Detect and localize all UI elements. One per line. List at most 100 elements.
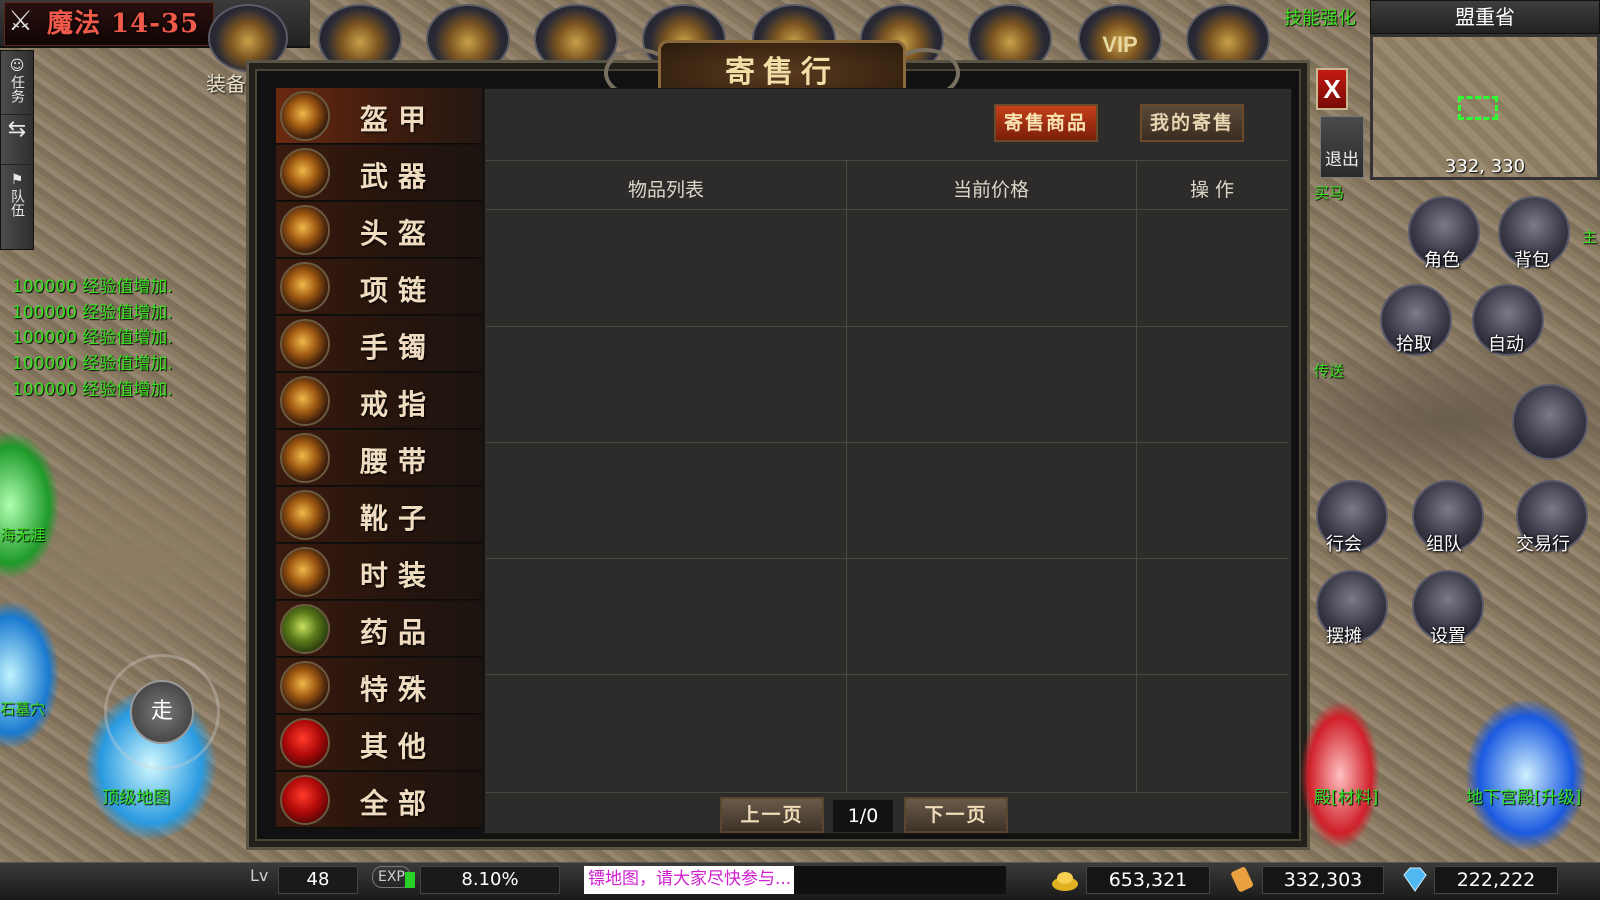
potion-icon [280, 604, 330, 654]
stall-label: 摆摊 [1326, 626, 1362, 647]
category-bracelet[interactable]: 手镯 [276, 316, 482, 372]
close-button[interactable]: X [1316, 68, 1348, 110]
exp-progress-fill [405, 872, 415, 888]
category-label: 头盔 [360, 217, 437, 250]
scroll-icon [1231, 867, 1254, 892]
pickup-label: 拾取 [1396, 334, 1432, 355]
skill-enhance-label[interactable]: 技能强化 [1284, 4, 1356, 30]
swap-icon[interactable]: ⇆ [1, 115, 33, 165]
category-label: 其他 [360, 730, 437, 763]
level-value: 48 [278, 866, 358, 894]
scroll-amount: 332,303 [1262, 866, 1384, 894]
magic-stat: 魔法 14-35 [4, 2, 214, 46]
category-all[interactable]: 全部 [276, 772, 482, 828]
category-label: 项链 [360, 274, 437, 307]
column-action: 操 作 [1189, 179, 1235, 201]
exp-message: 100000 经验值增加. [12, 303, 173, 323]
column-divider [1136, 160, 1137, 792]
left-menu-task[interactable]: ☺ 任务 [1, 51, 33, 115]
category-label: 武器 [360, 160, 437, 193]
next-page-button[interactable]: 下一页 [904, 797, 1008, 833]
row-divider [486, 792, 1288, 793]
exp-message: 100000 经验值增加. [12, 277, 173, 297]
category-armor[interactable]: 盔甲 [276, 88, 482, 144]
category-label: 腰带 [360, 445, 437, 478]
diamond-icon [1403, 867, 1427, 892]
ring-icon [280, 376, 330, 426]
portal-red[interactable] [1300, 700, 1380, 850]
main-label[interactable]: 主 [1582, 226, 1597, 247]
column-items: 物品列表 [627, 179, 704, 201]
category-boots[interactable]: 靴子 [276, 487, 482, 543]
crossed-swords-icon: ⚔ [8, 4, 34, 37]
palace-portal-label[interactable]: 地下宫殿[升级] [1466, 783, 1581, 808]
category-list: 盔甲 武器 头盔 项链 手镯 戒指 腰带 靴子 时装 药品 特殊 其他 全部 [276, 88, 482, 834]
belt-icon [280, 433, 330, 483]
portal-palace[interactable] [1466, 700, 1586, 850]
bag-label: 背包 [1514, 250, 1550, 271]
skill-wheel-icon[interactable] [1512, 384, 1588, 460]
row-divider [486, 442, 1288, 443]
teleport-label[interactable]: 传送 [1314, 360, 1344, 381]
gold-amount: 653,321 [1086, 866, 1210, 894]
special-icon [280, 661, 330, 711]
role-label: 角色 [1424, 250, 1460, 271]
category-label: 戒指 [360, 388, 437, 421]
category-belt[interactable]: 腰带 [276, 430, 482, 486]
exp-message: 100000 经验值增加. [12, 354, 173, 374]
category-label: 靴子 [360, 502, 437, 535]
category-ring[interactable]: 戒指 [276, 373, 482, 429]
user-icon: ☺ [9, 58, 25, 74]
category-potion[interactable]: 药品 [276, 601, 482, 657]
boots-icon [280, 490, 330, 540]
table-header: 物品列表 当前价格 操 作 [486, 160, 1288, 210]
team-label: 队伍 [9, 189, 25, 217]
category-helmet[interactable]: 头盔 [276, 202, 482, 258]
minimap-player-marker [1458, 96, 1498, 120]
material-portal-label[interactable]: 殿[材料] [1314, 783, 1378, 808]
left-menu-team[interactable]: ⚑ 队伍 [1, 165, 33, 229]
prev-page-button[interactable]: 上一页 [720, 797, 824, 833]
category-label: 全部 [360, 787, 437, 820]
category-label: 药品 [360, 616, 437, 649]
region-name: 盟重省 [1370, 0, 1600, 34]
left-side-menu: ☺ 任务 ⇆ ⚑ 队伍 [0, 50, 34, 250]
row-divider [486, 326, 1288, 327]
exp-percent: 8.10% [420, 866, 560, 894]
helmet-icon [280, 205, 330, 255]
exp-message: 100000 经验值增加. [12, 380, 173, 400]
category-necklace[interactable]: 项链 [276, 259, 482, 315]
gold-ingot-icon [1052, 872, 1078, 891]
exit-button[interactable]: 退出 [1320, 116, 1364, 178]
auto-label: 自动 [1488, 334, 1524, 355]
guild-label: 行会 [1326, 534, 1362, 555]
diamond-amount: 222,222 [1434, 866, 1558, 894]
category-label: 时装 [360, 559, 437, 592]
row-divider [486, 558, 1288, 559]
portal-label: 海无涯 [0, 526, 46, 544]
portal-label: 石墓穴 [0, 700, 46, 718]
category-label: 特殊 [360, 673, 437, 706]
category-fashion[interactable]: 时装 [276, 544, 482, 600]
category-weapon[interactable]: 武器 [276, 145, 482, 201]
walk-button[interactable]: 走 [130, 680, 194, 744]
all-icon [280, 775, 330, 825]
category-special[interactable]: 特殊 [276, 658, 482, 714]
tab-my-consignment[interactable]: 我的寄售 [1140, 104, 1244, 142]
category-label: 手镯 [360, 331, 437, 364]
task-label: 任务 [9, 75, 25, 103]
category-label: 盔甲 [360, 103, 437, 136]
page-indicator: 1/0 [833, 800, 893, 832]
buy-horse-label[interactable]: 买马 [1314, 182, 1344, 203]
other-icon [280, 718, 330, 768]
fashion-icon [280, 547, 330, 597]
trade-label: 交易行 [1516, 534, 1570, 555]
category-other[interactable]: 其他 [276, 715, 482, 771]
tab-consignment-goods[interactable]: 寄售商品 [994, 104, 1098, 142]
column-divider [846, 160, 847, 792]
equip-label: 装备 [206, 72, 246, 96]
player-coordinates: 332, 330 [1444, 156, 1526, 177]
flag-icon: ⚑ [10, 172, 24, 188]
team-label: 组队 [1426, 534, 1462, 555]
top-map-label[interactable]: 顶级地图 [102, 783, 170, 808]
